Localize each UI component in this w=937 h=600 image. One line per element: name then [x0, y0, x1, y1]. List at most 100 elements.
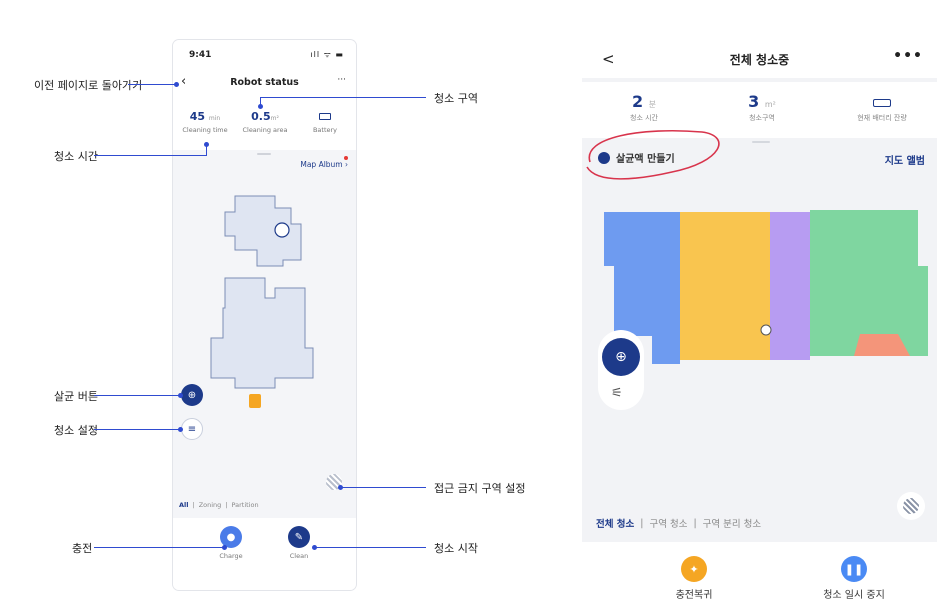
- divider: |: [225, 501, 228, 509]
- divider: |: [192, 501, 195, 509]
- stat-value: 0.5: [251, 110, 271, 123]
- stats-panel: 45 min Cleaning time 0.5m² Cleaning area…: [173, 100, 356, 150]
- stat-cleaning-area: 3 m² 청소구역: [712, 92, 812, 123]
- tab-all[interactable]: All: [179, 501, 189, 509]
- dock-icon: [249, 394, 261, 408]
- annotation-dot: [338, 485, 343, 490]
- annotation-time: 청소 시간: [54, 150, 98, 163]
- signal-icon: ıll ᯤ ▬: [310, 50, 344, 59]
- annotation-dot: [178, 393, 183, 398]
- annotation-line: [128, 84, 176, 85]
- room-yellow: [680, 212, 770, 360]
- stat-unit: 분: [648, 100, 657, 109]
- disinfect-button[interactable]: ⊕: [181, 384, 203, 406]
- annotation-line: [94, 395, 180, 396]
- mode-tabs: All | Zoning | Partition: [173, 494, 356, 516]
- more-button[interactable]: •••: [893, 48, 923, 64]
- stat-value: 3: [748, 92, 760, 111]
- battery-icon: [319, 113, 331, 120]
- annotation-start: 청소 시작: [434, 542, 478, 555]
- annotation-line: [94, 155, 206, 156]
- pause-cleaning-button[interactable]: ❚❚ 청소 일시 중지: [794, 556, 914, 600]
- divider: |: [693, 517, 697, 529]
- action-bar: ✦ 충전복귀 ❚❚ 청소 일시 중지: [582, 542, 937, 600]
- map-room: [224, 195, 302, 267]
- forbidden-zone-button[interactable]: [897, 492, 925, 520]
- page-title: 전체 청소중: [729, 53, 790, 67]
- header: < 전체 청소중 •••: [582, 40, 937, 78]
- divider: |: [640, 517, 644, 529]
- charge-button[interactable]: ● Charge: [201, 526, 261, 560]
- floor-map[interactable]: [205, 188, 325, 428]
- tab-zone[interactable]: 구역 청소: [649, 516, 687, 530]
- stat-battery: 현재 배터리 잔량: [832, 92, 932, 123]
- battery-icon: [873, 99, 891, 107]
- highlight-stroke: [586, 129, 720, 180]
- annotation-line: [260, 97, 426, 98]
- status-bar: 9:41 ıll ᯤ ▬: [173, 40, 356, 66]
- action-label: 청소 일시 중지: [823, 590, 885, 600]
- annotation-dot: [222, 545, 227, 550]
- annotation-forbidden: 접근 금지 구역 설정: [434, 482, 526, 495]
- robot-icon: [274, 222, 290, 238]
- stat-label: 현재 배터리 잔량: [857, 114, 907, 122]
- stat-value: 45: [189, 110, 206, 123]
- tab-zoning[interactable]: Zoning: [199, 501, 222, 509]
- more-button[interactable]: ···: [337, 75, 346, 85]
- annotation-dot: [178, 427, 183, 432]
- stat-label: Cleaning area: [242, 126, 288, 134]
- annotation-dot: [312, 545, 317, 550]
- stat-label: Battery: [312, 126, 338, 134]
- clean-icon: ✎: [288, 526, 310, 548]
- settings-button[interactable]: ≡: [181, 418, 203, 440]
- status-time: 9:41: [189, 50, 212, 60]
- settings-button[interactable]: ⚟: [611, 386, 623, 401]
- action-label: 충전복귀: [675, 590, 713, 600]
- annotation-line: [94, 547, 224, 548]
- notification-dot: [344, 156, 348, 160]
- stat-value: 2: [631, 92, 644, 111]
- stat-label: Cleaning time: [182, 126, 228, 134]
- disinfect-button[interactable]: ⊕: [602, 338, 640, 376]
- tab-partition[interactable]: 구역 분리 청소: [703, 516, 761, 530]
- annotation-dot: [204, 142, 209, 147]
- annotation-settings: 청소 설정: [54, 424, 98, 437]
- action-label: Charge: [219, 552, 243, 560]
- action-label: Clean: [289, 552, 309, 560]
- stat-unit: m²: [764, 100, 776, 109]
- stat-unit: min: [208, 115, 221, 122]
- forbidden-zone-icon: [903, 498, 919, 514]
- drag-handle[interactable]: [752, 141, 770, 143]
- robot-icon: [760, 324, 772, 336]
- annotation-disinfect: 살균 버튼: [54, 390, 98, 403]
- tab-partition[interactable]: Partition: [232, 501, 259, 509]
- page-title: Robot status: [230, 77, 299, 88]
- clean-button[interactable]: ✎ Clean: [269, 526, 329, 560]
- annotation-line: [94, 429, 180, 430]
- charge-icon: ✦: [681, 556, 707, 582]
- stat-battery: Battery: [295, 110, 355, 134]
- annotation-line: [340, 487, 426, 488]
- stat-unit: m²: [270, 115, 279, 122]
- pause-icon: ❚❚: [841, 556, 867, 582]
- return-to-charge-button[interactable]: ✦ 충전복귀: [634, 556, 754, 600]
- drag-handle[interactable]: [257, 153, 271, 155]
- annotation-area: 청소 구역: [434, 92, 478, 105]
- annotation-charge: 충전: [72, 542, 93, 555]
- mode-tabs: 전체 청소 | 구역 청소 | 구역 분리 청소: [582, 510, 882, 536]
- floor-map[interactable]: [598, 206, 937, 366]
- map-album-link[interactable]: 지도 앨범: [885, 152, 925, 167]
- annotation-line: [314, 547, 426, 548]
- annotation-back: 이전 페이지로 돌아가기: [34, 79, 143, 92]
- stat-cleaning-time: 2 분 청소 시간: [594, 92, 694, 123]
- tab-all[interactable]: 전체 청소: [596, 516, 634, 530]
- map-album-link[interactable]: Map Album ›: [300, 160, 348, 169]
- header: ‹ Robot status ···: [173, 66, 356, 100]
- left-phone-screen: 9:41 ıll ᯤ ▬ ‹ Robot status ··· 45 min C…: [173, 40, 356, 590]
- action-bar: ● Charge ✎ Clean: [173, 518, 356, 590]
- highlight-circle: [586, 129, 720, 180]
- annotation-dot: [174, 82, 179, 87]
- room-purple: [770, 212, 810, 360]
- annotation-dot: [258, 104, 263, 109]
- right-phone-screen: < 전체 청소중 ••• 2 분 청소 시간 3 m² 청소구역 현재 배터리 …: [582, 40, 937, 600]
